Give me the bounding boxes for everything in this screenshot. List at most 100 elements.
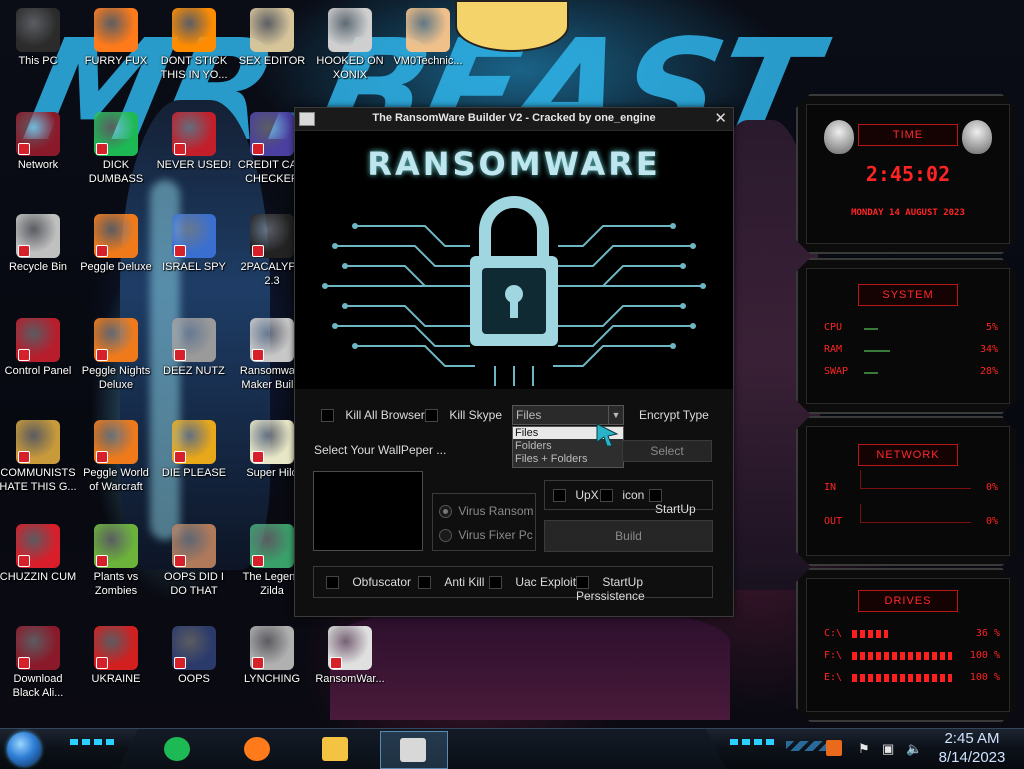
alien-icon (824, 120, 854, 154)
desktop-icon-communists[interactable]: COMMUNISTS HATE THIS G... (0, 418, 77, 506)
flag-icon[interactable]: ⚑ (858, 741, 870, 757)
system-row-value: 28% (979, 366, 998, 377)
sex-editor-icon (250, 8, 294, 52)
desktop-icon-this-pc[interactable]: This PC (0, 6, 77, 94)
obfuscator-option[interactable]: Obfuscator (326, 575, 411, 590)
taskbar-app-ransomware-builder[interactable] (380, 731, 448, 769)
desktop-icon-ransomwar-skull[interactable]: RansomWar... (311, 624, 389, 712)
desktop-icon-dick-dumbass[interactable]: DICK DUMBASS (77, 110, 155, 198)
taskbar-app-explorer[interactable] (308, 731, 364, 767)
desktop-icon-label: Recycle Bin (8, 261, 68, 273)
desktop-icon-ukraine[interactable]: UKRAINE (77, 624, 155, 712)
drive-row-value: 36 % (975, 628, 1000, 639)
desktop-icon-israel-spy[interactable]: ISRAEL SPY (155, 212, 233, 300)
desktop-icon-chuzzin-cum[interactable]: CHUZZIN CUM (0, 522, 77, 610)
startup-label: StartUp (655, 502, 696, 517)
icon-option[interactable]: icon (600, 488, 644, 503)
desktop-icon-recycle-bin[interactable]: Recycle Bin (0, 212, 77, 300)
desktop-icon-lynching[interactable]: LYNCHING (233, 624, 311, 712)
desktop-icon-sex-editor[interactable]: SEX EDITOR (233, 6, 311, 94)
upx-checkbox[interactable] (553, 489, 566, 503)
desktop-icon-peggle-nights[interactable]: Peggle Nights Deluxe (77, 316, 155, 404)
kill-all-browser-option[interactable]: Kill All Browser (321, 408, 425, 423)
drive-usage-bar (852, 630, 952, 638)
system-gadget[interactable]: SYSTEM CPU 5% RAM 34% SWAP 28% (796, 258, 1020, 414)
uac-exploit-checkbox[interactable] (489, 576, 502, 590)
select-button[interactable]: Select (622, 440, 712, 462)
desktop-icon-plants-zombies[interactable]: Plants vs Zombies (77, 522, 155, 610)
upx-label: UpX (575, 488, 599, 502)
window-titlebar[interactable]: The RansomWare Builder V2 - Cracked by o… (295, 108, 733, 131)
desktop-icon-label: FURRY FUX (84, 55, 148, 67)
close-icon[interactable]: ✕ (714, 109, 727, 127)
encrypt-select-value: Files (516, 408, 542, 422)
desktop-icon-network[interactable]: Network (0, 110, 77, 198)
desktop-icon-oops-did-i[interactable]: OOPS DID I DO THAT (155, 522, 233, 610)
virus-ransom-option[interactable]: Virus Ransom (439, 504, 533, 519)
kill-all-browser-checkbox[interactable] (321, 409, 334, 423)
ransomware-builder-window[interactable]: The RansomWare Builder V2 - Cracked by o… (294, 107, 734, 617)
startup-checkbox[interactable] (649, 489, 662, 503)
dropdown-option-folders[interactable]: Folders (515, 440, 552, 452)
desktop-icon-die-please[interactable]: DIE PLEASE (155, 418, 233, 506)
desktop-icon-peggle-deluxe[interactable]: Peggle Deluxe (77, 212, 155, 300)
startup-persistence-checkbox[interactable] (576, 576, 589, 590)
wallpaper-preview[interactable] (313, 471, 423, 551)
icon-checkbox[interactable] (600, 489, 613, 503)
startup-option[interactable]: StartUp (649, 488, 712, 516)
desktop-icon-dont-stick[interactable]: DONT STICK THIS IN YO... (155, 6, 233, 94)
build-button[interactable]: Build (544, 520, 713, 552)
drive-usage-bar (852, 652, 952, 660)
uac-exploit-option[interactable]: Uac Exploit (489, 575, 576, 590)
desktop-icon-label: ISRAEL SPY (162, 261, 226, 273)
taskbar-app-firefox[interactable] (230, 731, 286, 767)
start-button[interactable] (7, 732, 41, 766)
dropdown-option-files-folders[interactable]: Files + Folders (515, 453, 587, 465)
virus-ransom-radio[interactable] (439, 505, 452, 519)
time-gadget[interactable]: TIME 2:45:02 MONDAY 14 AUGUST 2023 (796, 94, 1020, 254)
anti-kill-checkbox[interactable] (418, 576, 431, 590)
shortcut-overlay-icon (96, 245, 108, 257)
desktop-icon-furry-fux[interactable]: FURRY FUX (77, 6, 155, 94)
anti-kill-option[interactable]: Anti Kill (418, 575, 485, 590)
network-row-graph (860, 504, 971, 523)
desktop-icon-oops[interactable]: OOPS (155, 624, 233, 712)
network-icon[interactable]: ▣ (882, 741, 894, 757)
desktop-icon-deez-nutz[interactable]: DEEZ NUTZ (155, 316, 233, 404)
startup-persistence-option[interactable]: StartUp Perssistence (576, 575, 712, 603)
upx-option[interactable]: UpX (553, 488, 599, 503)
tray-app-icon[interactable] (826, 740, 842, 756)
shortcut-overlay-icon (18, 555, 30, 567)
desktop-icon-label: COMMUNISTS HATE THIS G... (0, 467, 77, 493)
shortcut-overlay-icon (96, 143, 108, 155)
build-options-group: UpX icon StartUp (544, 480, 713, 516)
desktop-icon-vm0technic[interactable]: VM0Technic... (389, 6, 467, 94)
desktop-icon-download-black-ali[interactable]: Download Black Ali... (0, 624, 77, 712)
virus-fixer-radio[interactable] (439, 529, 452, 543)
obfuscator-checkbox[interactable] (326, 576, 339, 590)
deez-nutz-icon (172, 318, 216, 362)
dont-stick-icon (172, 8, 216, 52)
desktop-icon-label: Peggle World of Warcraft (83, 467, 149, 493)
kill-skype-option[interactable]: Kill Skype (425, 408, 502, 423)
desktop-icon-control-panel[interactable]: Control Panel (0, 316, 77, 404)
drives-gadget[interactable]: DRIVES C:\ 36 % F:\ 100 % E:\ 100 % (796, 568, 1020, 722)
kill-skype-checkbox[interactable] (425, 409, 438, 423)
desktop-icon-peggle-wow[interactable]: Peggle World of Warcraft (77, 418, 155, 506)
taskbar-clock[interactable]: 2:45 AM 8/14/2023 (930, 729, 1014, 767)
spotify-icon (164, 737, 190, 761)
wallpaper-figure-bottom (330, 610, 730, 720)
taskbar-app-spotify[interactable] (150, 731, 206, 767)
volume-icon[interactable]: 🔈 (906, 741, 922, 757)
shortcut-overlay-icon (252, 451, 264, 463)
virus-fixer-option[interactable]: Virus Fixer Pc (439, 528, 533, 543)
israel-spy-icon (172, 214, 216, 258)
desktop-icon-never-used[interactable]: NEVER USED! (155, 110, 233, 198)
wallpaper-cartoon (455, 0, 569, 52)
desktop-icon-hooked-on-xonix[interactable]: HOOKED ON XONIX (311, 6, 389, 94)
network-gadget[interactable]: NETWORK IN 0% OUT 0% (796, 416, 1020, 566)
anti-kill-label: Anti Kill (444, 575, 485, 589)
desktop-icon-label: Peggle Deluxe (80, 261, 152, 273)
credit-card-checker-icon (250, 112, 294, 156)
date-readout: MONDAY 14 AUGUST 2023 (851, 208, 965, 218)
